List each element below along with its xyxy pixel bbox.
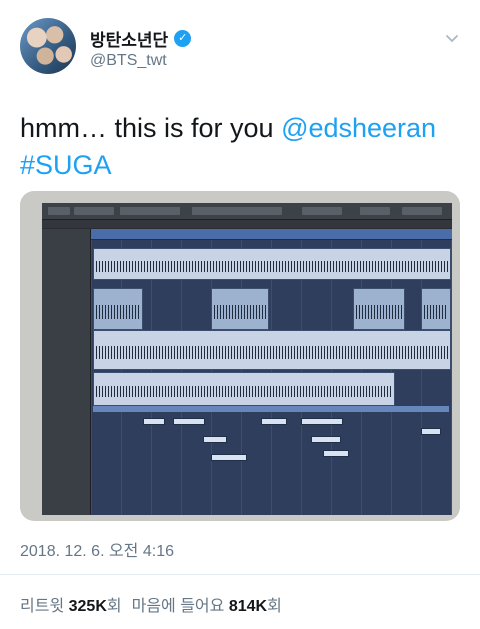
avatar[interactable] bbox=[20, 18, 76, 74]
daw-status-bar bbox=[42, 220, 452, 228]
tweet-photo[interactable] bbox=[20, 191, 460, 521]
mention-link[interactable]: @edsheeran bbox=[281, 113, 436, 143]
author-name-row[interactable]: 방탄소년단 ✓ bbox=[90, 26, 192, 51]
likes-label: 마음에 들어요 bbox=[131, 598, 225, 615]
hashtag-link[interactable]: #SUGA bbox=[20, 150, 112, 180]
daw-toolbar bbox=[42, 203, 452, 220]
tweet-text: hmm… this is for you @edsheeran #SUGA bbox=[20, 110, 460, 184]
retweets-count: 325K bbox=[68, 598, 107, 615]
author-display-name[interactable]: 방탄소년단 bbox=[90, 26, 168, 51]
daw-ruler bbox=[91, 229, 452, 239]
tweet-stats: 리트윗 325K회 마음에 들어요 814K회 bbox=[20, 592, 282, 616]
chevron-down-icon[interactable] bbox=[444, 30, 460, 46]
author-handle[interactable]: @BTS_twt bbox=[90, 52, 167, 70]
verified-badge-icon: ✓ bbox=[174, 30, 192, 47]
daw-track-panel bbox=[42, 229, 91, 515]
likes-count: 814K bbox=[228, 598, 268, 615]
like-stat[interactable]: 마음에 들어요 814K회 bbox=[132, 592, 282, 616]
tweet-timestamp[interactable]: 2018. 12. 6. 오전 4:16 bbox=[20, 537, 174, 561]
tweet-header: 방탄소년단 ✓ @BTS_twt bbox=[20, 12, 460, 74]
tweet-text-body: hmm… this is for you bbox=[20, 113, 282, 143]
likes-unit: 회 bbox=[267, 598, 282, 615]
daw-arrange-window bbox=[91, 240, 452, 515]
divider bbox=[0, 574, 480, 575]
retweets-unit: 회 bbox=[106, 598, 122, 615]
retweet-stat[interactable]: 리트윗 325K회 bbox=[20, 592, 122, 616]
retweets-label: 리트윗 bbox=[20, 598, 65, 615]
daw-screen bbox=[42, 203, 452, 515]
